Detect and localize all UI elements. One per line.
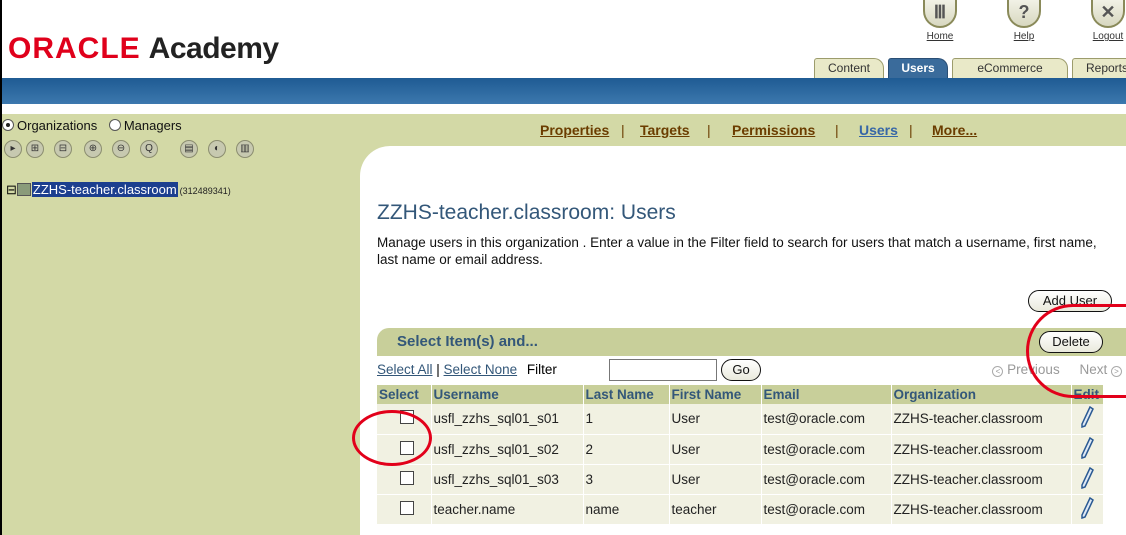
col-first-name: First Name	[669, 385, 762, 404]
cell-first-name: teacher	[669, 494, 762, 525]
cell-email: test@oracle.com	[761, 464, 892, 495]
header: ORACLE Academy Ⅲ Home ? Help ✕ Logout Con…	[0, 0, 1126, 80]
logout-label[interactable]: Logout	[1084, 31, 1126, 42]
page-description: Manage users in this organization . Ente…	[377, 235, 1097, 267]
cell-organization: ZZHS-teacher.classroom	[891, 404, 1072, 435]
cell-username: usfl_zzhs_sql01_s03	[431, 464, 584, 495]
col-username: Username	[431, 385, 584, 404]
tab-ecommerce[interactable]: eCommerce	[952, 58, 1068, 78]
blue-banner	[0, 78, 1126, 104]
annotation-circle-checkbox	[352, 410, 432, 466]
subnav-more[interactable]: More...	[932, 122, 977, 138]
page-title: ZZHS-teacher.classroom: Users	[377, 201, 676, 224]
tab-content[interactable]: Content	[814, 58, 884, 78]
cell-email: test@oracle.com	[761, 494, 892, 525]
go-button[interactable]: Go	[721, 359, 761, 381]
organizations-radio-label[interactable]: Organizations	[17, 118, 97, 133]
logo-oracle: ORACLE	[8, 32, 141, 65]
table-row: usfl_zzhs_sql01_s01 1 User test@oracle.c…	[377, 404, 1104, 435]
cell-email: test@oracle.com	[761, 434, 892, 465]
edit-pencil-icon[interactable]	[1080, 406, 1094, 429]
subnav-users[interactable]: Users	[859, 122, 898, 138]
help-link[interactable]: ? Help	[1000, 0, 1048, 42]
col-email: Email	[761, 385, 892, 404]
logout-icon: ✕	[1091, 0, 1125, 28]
subnav-permissions[interactable]: Permissions	[732, 122, 815, 138]
tree-node-classroom[interactable]: ⊟ ZZHS-teacher.classroom (312489341)	[6, 182, 231, 198]
cell-username: teacher.name	[431, 494, 584, 525]
table-row: teacher.name name teacher test@oracle.co…	[377, 494, 1104, 525]
organization-icon[interactable]: ▤	[180, 140, 198, 158]
navigator-pane: Organizations Managers ▸ ⊞ ⊟ ⊕ ⊖ Q ▤ ◐ ▥…	[0, 114, 360, 535]
view-selector: Organizations Managers	[2, 118, 182, 133]
collapse-icon[interactable]: ▸	[4, 140, 22, 158]
select-none-link[interactable]: Select None	[444, 362, 518, 377]
cell-first-name: User	[669, 464, 762, 495]
cell-organization: ZZHS-teacher.classroom	[891, 434, 1072, 465]
tab-users[interactable]: Users	[888, 58, 948, 78]
cell-last-name: 3	[583, 464, 670, 495]
banner-gap	[0, 104, 1126, 114]
collapse-all-icon[interactable]: ⊟	[54, 140, 72, 158]
table-row: usfl_zzhs_sql01_s02 2 User test@oracle.c…	[377, 434, 1104, 465]
table-row: usfl_zzhs_sql01_s03 3 User test@oracle.c…	[377, 464, 1104, 495]
home-label[interactable]: Home	[916, 31, 964, 42]
edit-pencil-icon[interactable]	[1080, 436, 1094, 459]
cell-username: usfl_zzhs_sql01_s01	[431, 404, 584, 435]
filter-input[interactable]	[609, 359, 717, 381]
row-checkbox[interactable]	[400, 500, 414, 515]
cell-username: usfl_zzhs_sql01_s02	[431, 434, 584, 465]
selection-bar: Select Item(s) and...	[377, 328, 1126, 356]
panel-corner	[360, 146, 390, 176]
org-node-icon	[16, 183, 31, 196]
subnav-targets[interactable]: Targets	[640, 122, 690, 138]
help-icon: ?	[1007, 0, 1041, 28]
help-label[interactable]: Help	[1000, 31, 1048, 42]
zoom-in-icon[interactable]: ⊕	[84, 140, 102, 158]
cell-organization: ZZHS-teacher.classroom	[891, 464, 1072, 495]
col-select: Select	[377, 385, 432, 404]
home-icon: Ⅲ	[923, 0, 957, 28]
subnav-properties[interactable]: Properties	[540, 122, 609, 138]
subnav: Properties | Targets | Permissions | Use…	[360, 114, 1126, 146]
col-last-name: Last Name	[583, 385, 670, 404]
oracle-academy-logo: ORACLE Academy	[8, 32, 279, 66]
tree-node-id: (312489341)	[179, 186, 231, 196]
previous-icon: <	[992, 366, 1004, 377]
select-all-link[interactable]: Select All	[377, 362, 433, 377]
edit-pencil-icon[interactable]	[1080, 496, 1094, 519]
filter-row: Select All | Select None Filter Go < Pre…	[377, 359, 1126, 385]
cell-email: test@oracle.com	[761, 404, 892, 435]
zoom-out-icon[interactable]: ⊖	[112, 140, 130, 158]
managers-radio-label[interactable]: Managers	[124, 118, 182, 133]
table-header-row: Select Username Last Name First Name Ema…	[377, 385, 1104, 404]
filter-label: Filter	[526, 362, 557, 377]
cell-first-name: User	[669, 434, 762, 465]
cell-last-name: 2	[583, 434, 670, 465]
managers-radio[interactable]	[108, 119, 121, 131]
organizations-radio[interactable]	[2, 119, 14, 131]
tree-branch-icon: ⊟	[6, 182, 17, 197]
row-checkbox[interactable]	[400, 470, 414, 485]
tab-reports[interactable]: Reports	[1072, 58, 1126, 78]
cell-last-name: 1	[583, 404, 670, 435]
search-icon[interactable]: Q	[140, 140, 158, 158]
expand-all-icon[interactable]: ⊞	[26, 140, 44, 158]
edit-pencil-icon[interactable]	[1080, 466, 1094, 489]
tree-node-label[interactable]: ZZHS-teacher.classroom	[31, 182, 178, 197]
home-link[interactable]: Ⅲ Home	[916, 0, 964, 42]
cell-first-name: User	[669, 404, 762, 435]
logout-link[interactable]: ✕ Logout	[1084, 0, 1126, 42]
logo-academy: Academy	[148, 32, 279, 65]
users-table: Select Username Last Name First Name Ema…	[377, 385, 1104, 525]
delete-bin-icon[interactable]: ▥	[236, 140, 254, 158]
content-pane: Properties | Targets | Permissions | Use…	[360, 114, 1126, 535]
properties-icon[interactable]: ◐	[208, 140, 226, 158]
annotation-circle-delete	[1026, 304, 1126, 398]
cell-organization: ZZHS-teacher.classroom	[891, 494, 1072, 525]
cell-last-name: name	[583, 494, 670, 525]
select-items-label: Select Item(s) and...	[397, 333, 538, 350]
